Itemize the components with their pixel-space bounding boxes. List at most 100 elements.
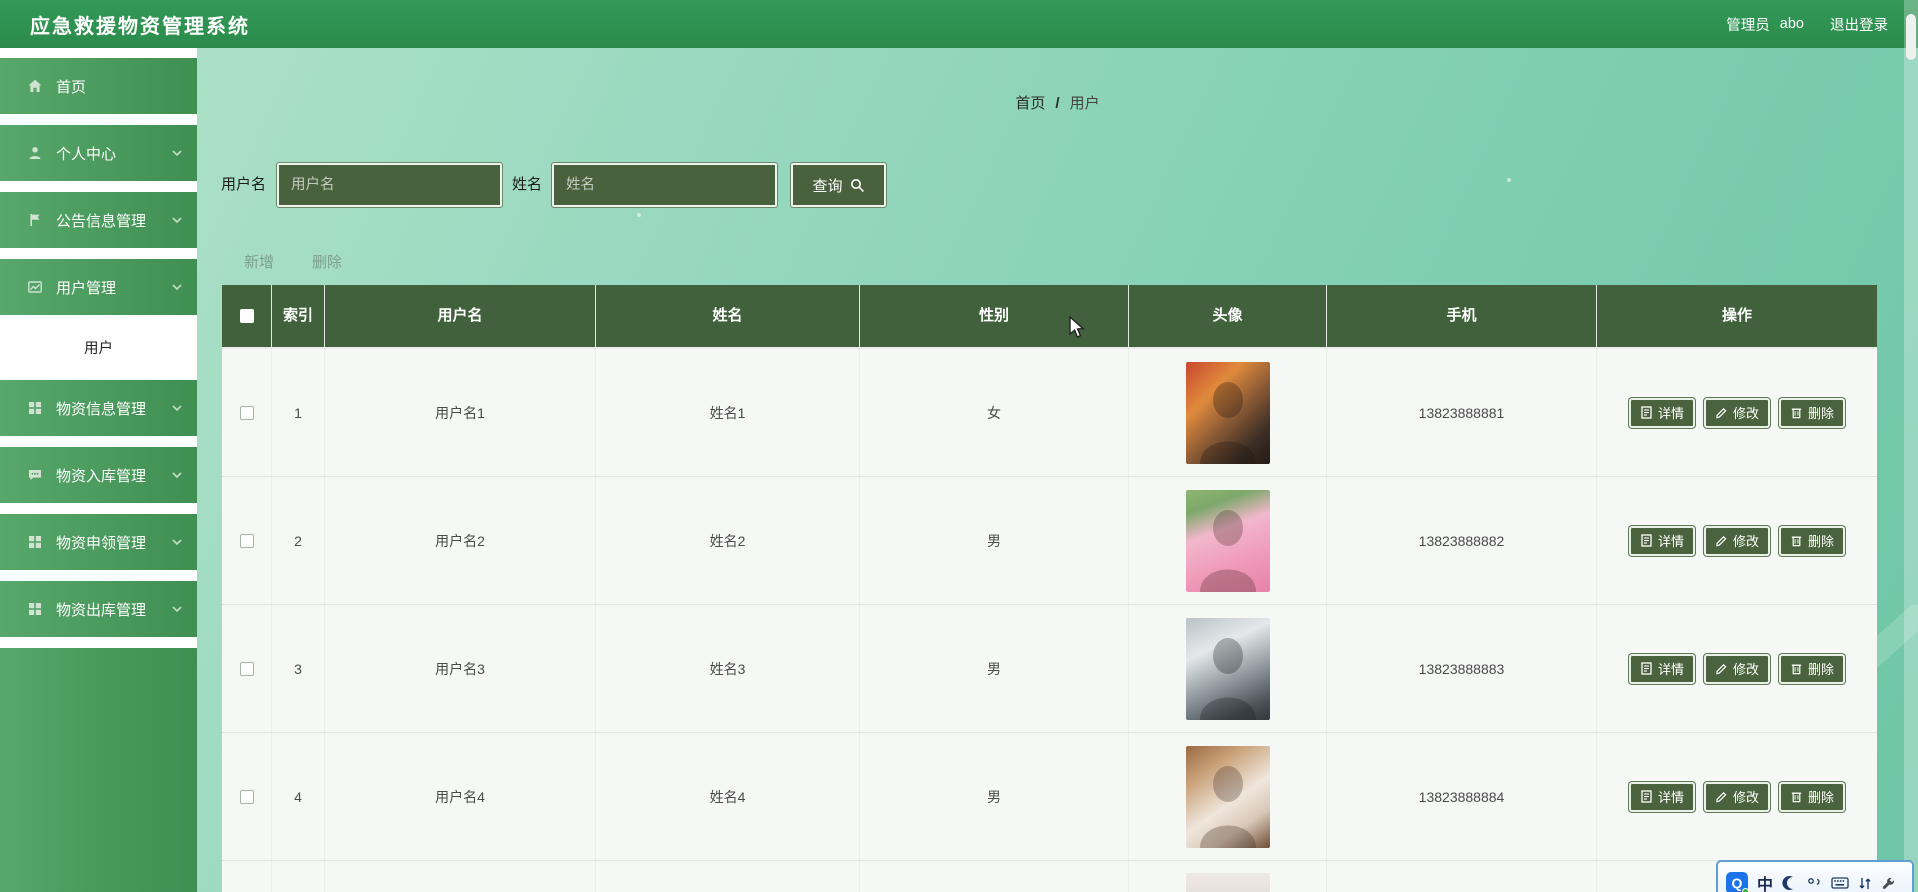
gender-cell: 男 [860, 477, 1129, 604]
search-button-label: 查询 [812, 177, 843, 195]
name-filter-input[interactable] [552, 163, 777, 207]
delete-selected-button[interactable]: 删除 [312, 251, 342, 272]
delete-button-label: 删除 [1808, 534, 1835, 549]
search-icon [850, 178, 865, 193]
detail-icon [1640, 662, 1653, 675]
detail-button-label: 详情 [1657, 662, 1684, 677]
ime-keyboard-icon[interactable] [1831, 876, 1849, 890]
username-cell: 用户名4 [325, 733, 596, 860]
gender-cell: 男 [860, 605, 1129, 732]
detail-button[interactable]: 详情 [1628, 525, 1695, 556]
trash-icon [1790, 406, 1803, 419]
row-checkbox[interactable] [239, 533, 254, 548]
delete-button-label: 删除 [1808, 406, 1835, 421]
sidebar-item-material-inbound-mgmt[interactable]: 物资入库管理 [0, 447, 197, 503]
edit-button[interactable]: 修改 [1703, 653, 1770, 684]
detail-button-label: 详情 [1657, 790, 1684, 805]
edit-button[interactable]: 修改 [1703, 525, 1770, 556]
ime-punctuation-icon[interactable] [1807, 876, 1822, 891]
detail-button[interactable]: 详情 [1628, 397, 1695, 428]
edit-button[interactable]: 修改 [1703, 397, 1770, 428]
ime-chinese-mode-icon[interactable]: 中 [1757, 871, 1773, 892]
grid-icon [27, 601, 43, 617]
ime-halfmoon-icon[interactable] [1782, 875, 1798, 891]
detail-button[interactable]: 详情 [1628, 781, 1695, 812]
delete-button[interactable]: 删除 [1779, 781, 1846, 812]
edit-icon [1715, 662, 1728, 675]
breadcrumb-home[interactable]: 首页 [1015, 95, 1045, 112]
avatar [1185, 872, 1270, 892]
chevron-down-icon [171, 603, 183, 615]
gender-cell: 女 [860, 349, 1129, 476]
sidebar-item-material-info-mgmt[interactable]: 物资信息管理 [0, 380, 197, 436]
table-row: 4 用户名4 姓名4 男 13823888884 详情 修改 删除 [222, 733, 1877, 861]
search-button[interactable]: 查询 [791, 163, 886, 207]
trash-icon [1790, 534, 1803, 547]
page-scrollbar[interactable] [1904, 0, 1918, 892]
table-row: 3 用户名3 姓名3 男 13823888883 详情 修改 删除 [222, 605, 1877, 733]
username-filter-input[interactable] [277, 163, 502, 207]
delete-button[interactable]: 删除 [1779, 397, 1846, 428]
table-row [222, 861, 1877, 892]
sidebar-item-label: 物资申领管理 [56, 534, 147, 552]
chevron-down-icon [171, 281, 183, 293]
edit-button-label: 修改 [1732, 790, 1759, 805]
avatar [1185, 361, 1270, 464]
detail-button[interactable]: 详情 [1628, 653, 1695, 684]
row-checkbox[interactable] [239, 789, 254, 804]
ime-toggle-icon[interactable] [1858, 876, 1872, 891]
sidebar-subitem-user[interactable]: 用户 [0, 326, 197, 369]
trash-icon [1790, 790, 1803, 803]
filter-bar: 用户名 姓名 查询 [197, 163, 1918, 207]
gender-cell: 男 [860, 733, 1129, 860]
edit-icon [1715, 534, 1728, 547]
delete-button[interactable]: 删除 [1779, 525, 1846, 556]
detail-icon [1640, 534, 1653, 547]
index-cell: 4 [272, 733, 325, 860]
sidebar-item-label: 物资信息管理 [56, 400, 147, 418]
phone-cell: 13823888882 [1327, 477, 1597, 604]
chevron-down-icon [171, 536, 183, 548]
avatar [1185, 489, 1270, 592]
breadcrumb-separator: / [1055, 95, 1060, 112]
row-checkbox[interactable] [239, 661, 254, 676]
add-button[interactable]: 新增 [244, 251, 274, 272]
column-header-actions: 操作 [1721, 306, 1752, 324]
avatar [1185, 617, 1270, 720]
table-actions-bar: 新增 删除 [244, 251, 342, 272]
delete-button[interactable]: 删除 [1779, 653, 1846, 684]
sidebar-item-user-mgmt[interactable]: 用户管理 [0, 259, 197, 315]
ime-logo-icon[interactable]: Q [1726, 872, 1749, 892]
index-cell: 3 [272, 605, 325, 732]
grid-icon [27, 534, 43, 550]
scrollbar-thumb[interactable] [1906, 14, 1916, 60]
column-header-index: 索引 [272, 285, 325, 347]
edit-button[interactable]: 修改 [1703, 781, 1770, 812]
sidebar-item-material-outbound-mgmt[interactable]: 物资出库管理 [0, 581, 197, 637]
column-header-avatar: 头像 [1129, 285, 1327, 347]
delete-button-label: 删除 [1808, 790, 1835, 805]
sidebar-filler [0, 648, 197, 892]
sidebar-item-material-apply-mgmt[interactable]: 物资申领管理 [0, 514, 197, 570]
index-cell: 1 [272, 349, 325, 476]
logout-button[interactable]: 退出登录 [1830, 14, 1888, 35]
select-all-checkbox[interactable] [239, 309, 254, 323]
sidebar-item-label: 物资入库管理 [56, 467, 147, 485]
ime-toolbar[interactable]: Q 中 [1716, 860, 1914, 892]
username-filter-label: 用户名 [221, 176, 267, 193]
detail-icon [1640, 406, 1653, 419]
sidebar-subitem-label: 用户 [84, 341, 113, 357]
sidebar-item-label: 个人中心 [56, 145, 117, 163]
username-label: abo [1779, 16, 1804, 32]
trash-icon [1790, 662, 1803, 675]
sidebar-item-label: 用户管理 [56, 279, 117, 297]
ime-wrench-icon[interactable] [1881, 876, 1896, 891]
sidebar-item-announcement-mgmt[interactable]: 公告信息管理 [0, 192, 197, 248]
row-checkbox[interactable] [239, 405, 254, 420]
sidebar-item-home[interactable]: 首页 [0, 58, 197, 114]
sidebar-item-personal-center[interactable]: 个人中心 [0, 125, 197, 181]
sidebar-item-label: 首页 [56, 78, 87, 96]
username-cell: 用户名1 [325, 349, 596, 476]
phone-cell: 13823888881 [1327, 349, 1597, 476]
breadcrumb: 首页 / 用户 [197, 92, 1918, 113]
